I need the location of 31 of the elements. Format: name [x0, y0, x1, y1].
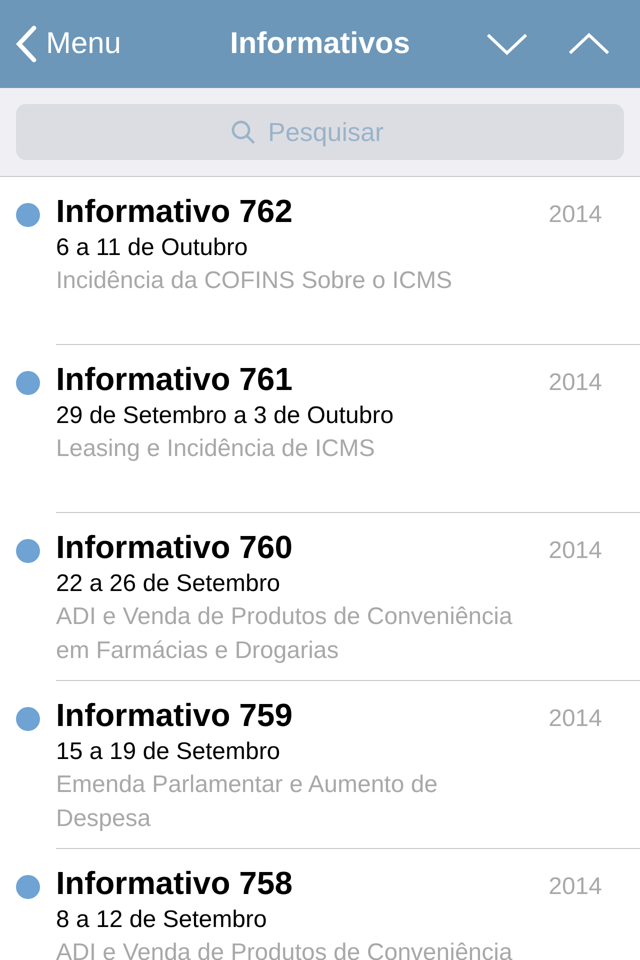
item-title: Informativo 759 [56, 697, 293, 734]
list-item[interactable]: Informativo 760 2014 22 a 26 de Setembro ADI e Venda de Produtos de Conveniência em Farmácias e Drogarias [56, 513, 640, 681]
item-subject: ADI e Venda de Produtos de Conveniência em Farmácias e Drogarias [56, 602, 514, 666]
item-title: Informativo 760 [56, 529, 293, 566]
item-period: 29 de Setembro a 3 de Outubro [56, 402, 395, 430]
list-item[interactable]: Informativo 758 2014 8 a 12 de Setembro ADI e Venda de Produtos de Conveniência [56, 849, 640, 960]
item-period: 6 a 11 de Outubro [56, 234, 249, 262]
chevron-left-icon [14, 25, 38, 63]
item-subject: ADI e Venda de Produtos de Conveniência [56, 938, 514, 960]
search-field[interactable]: Pesquisar [266, 116, 410, 148]
chevron-up-icon[interactable] [568, 32, 610, 56]
item-year: 2014 [548, 705, 602, 733]
chevron-down-icon[interactable] [486, 32, 528, 56]
item-year: 2014 [548, 201, 602, 229]
item-title: Informativo 761 [56, 361, 293, 398]
screen-title: Informativos [230, 27, 410, 61]
item-period: 15 a 19 de Setembro [56, 738, 282, 766]
list-item[interactable]: Informativo 759 2014 15 a 19 de Setembro Emenda Parlamentar e Aumento de Despesa [56, 681, 640, 849]
item-title: Informativo 758 [56, 865, 293, 902]
item-period: 8 a 12 de Setembro [56, 906, 268, 934]
item-year: 2014 [548, 537, 602, 565]
item-title: Informativo 762 [56, 193, 293, 230]
list-item[interactable]: Informativo 762 2014 6 a 11 de Outubro Incidência da COFINS Sobre o ICMS [56, 177, 640, 345]
item-period: 22 a 26 de Setembro [56, 570, 282, 598]
item-year: 2014 [548, 873, 602, 901]
item-subject: Incidência da COFINS Sobre o ICMS [56, 266, 454, 296]
item-subject: Leasing e Incidência de ICMS [56, 434, 376, 464]
list-item[interactable]: Informativo 761 2014 29 de Setembro a 3 de Outubro Leasing e Incidência de ICMS [56, 345, 640, 513]
search-icon [230, 119, 256, 145]
item-year: 2014 [548, 369, 602, 397]
item-subject: Emenda Parlamentar e Aumento de Despesa [56, 770, 439, 834]
